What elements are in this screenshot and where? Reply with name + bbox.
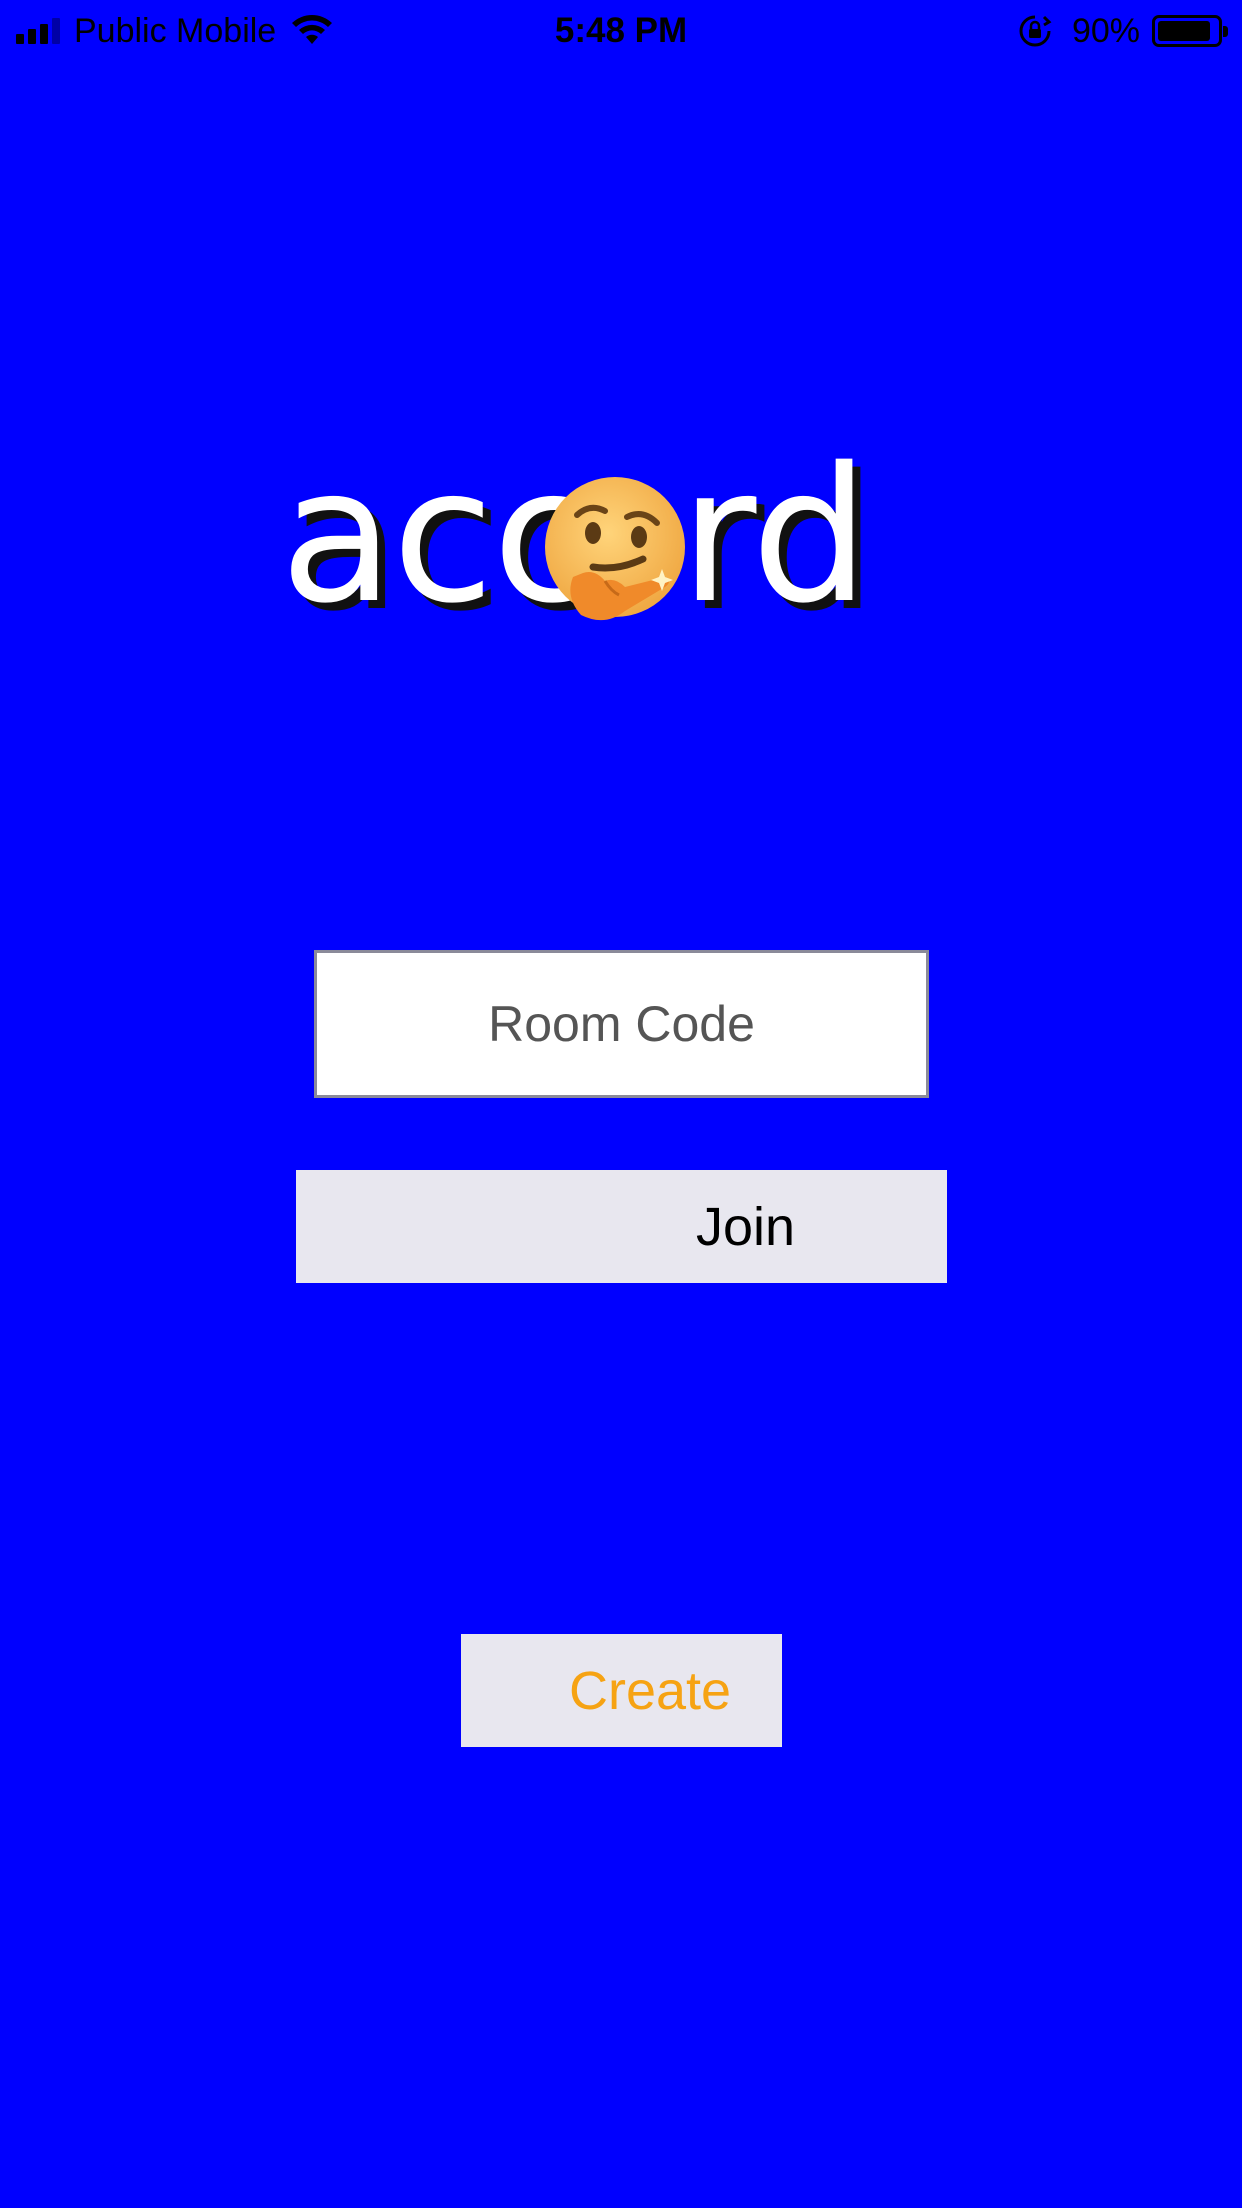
accord-logo: acc acc rd rd [280, 430, 877, 650]
home-screen: Public Mobile 5:48 PM 90% acc acc rd rd … [0, 0, 1242, 2208]
battery-icon [1152, 15, 1228, 47]
battery-fill [1158, 21, 1211, 41]
create-button-label: Create [569, 1661, 732, 1721]
room-code-input[interactable] [317, 953, 926, 1095]
logo-text-suffix: rd [680, 430, 867, 644]
status-bar-right: 90% [1018, 10, 1228, 52]
create-button[interactable]: Create [461, 1634, 782, 1747]
battery-percentage: 90% [1071, 11, 1140, 50]
join-button[interactable]: Join [296, 1170, 947, 1283]
status-bar: Public Mobile 5:48 PM 90% [0, 0, 1242, 62]
join-button-label: Join [696, 1197, 796, 1257]
rotation-lock-icon [1019, 15, 1052, 47]
logo-text: acc [280, 430, 593, 644]
room-code-field[interactable] [314, 950, 929, 1098]
